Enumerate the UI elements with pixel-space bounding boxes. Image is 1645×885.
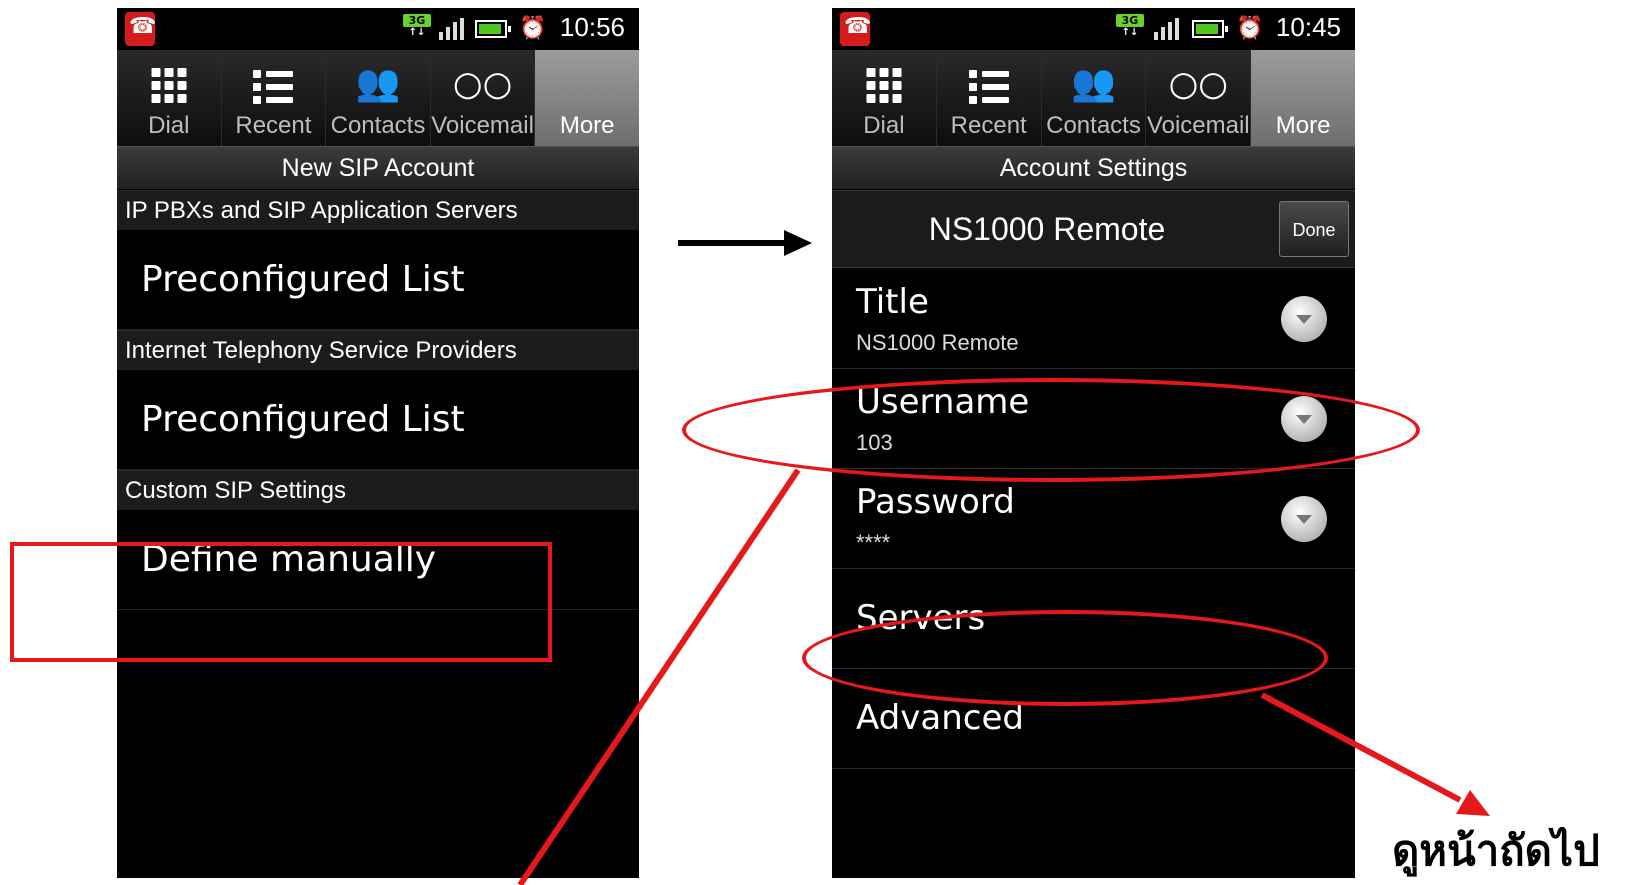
next-page-arrow-line xyxy=(1260,692,1462,803)
annotation-arrows xyxy=(517,230,1490,885)
flow-arrow-head xyxy=(784,230,812,256)
next-page-arrow-head xyxy=(1456,790,1490,816)
connector-line xyxy=(517,468,801,885)
next-page-caption: ดูหน้าถัดไป xyxy=(1392,826,1600,875)
